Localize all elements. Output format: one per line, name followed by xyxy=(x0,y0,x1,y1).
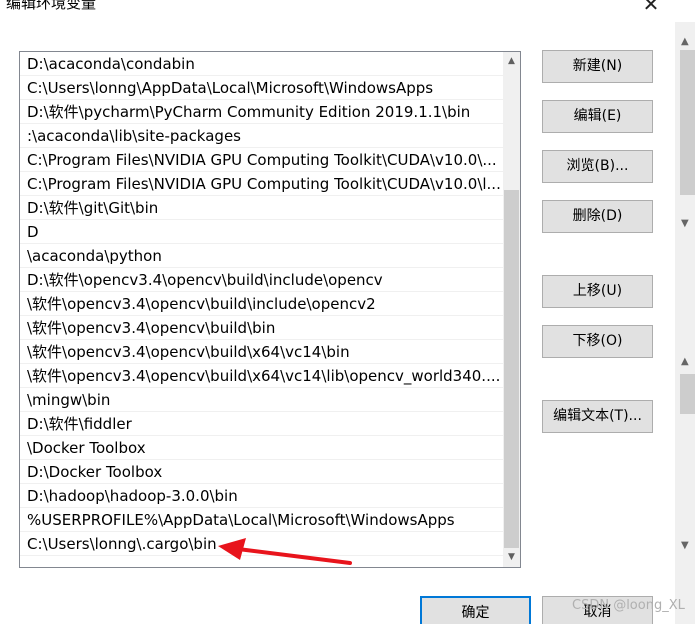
edit-env-var-dialog: 编辑环境变量 ✕ ▲ ▼ ▲ ▼ D:\acaconda\condabin C:\… xyxy=(0,0,695,624)
edit-button[interactable]: 编辑(E) xyxy=(542,100,653,133)
browse-button[interactable]: 浏览(B)... xyxy=(542,150,653,183)
path-list-item[interactable]: D:\软件\pycharm\PyCharm Community Edition … xyxy=(20,100,503,124)
scroll-up-icon[interactable]: ▲ xyxy=(506,56,517,67)
close-icon[interactable]: ✕ xyxy=(636,0,666,18)
path-list-item[interactable]: C:\Program Files\NVIDIA GPU Computing To… xyxy=(20,172,503,196)
path-list-item[interactable]: C:\Users\lonng\AppData\Local\Microsoft\W… xyxy=(20,76,503,100)
path-list-item[interactable]: \软件\opencv3.4\opencv\build\bin xyxy=(20,316,503,340)
path-list-items: D:\acaconda\condabin C:\Users\lonng\AppDa… xyxy=(20,52,503,556)
scroll-thumb[interactable] xyxy=(680,50,695,195)
dialog-title: 编辑环境变量 xyxy=(6,0,97,12)
path-list-item[interactable]: D:\软件\opencv3.4\opencv\build\include\ope… xyxy=(20,268,503,292)
title-bar: 编辑环境变量 ✕ xyxy=(0,0,695,22)
edit-text-button[interactable]: 编辑文本(T)... xyxy=(542,400,653,433)
path-list-item[interactable]: \软件\opencv3.4\opencv\build\x64\vc14\lib\… xyxy=(20,364,503,388)
scroll-up-icon[interactable]: ▲ xyxy=(681,36,689,47)
scroll-thumb[interactable] xyxy=(504,190,519,548)
path-list-scrollbar[interactable]: ▲ ▼ xyxy=(503,52,520,567)
move-down-button[interactable]: 下移(O) xyxy=(542,325,653,358)
scroll-thumb[interactable] xyxy=(680,374,695,414)
background-scrollbar-top[interactable]: ▲ ▼ xyxy=(677,32,695,232)
scroll-down-icon[interactable]: ▼ xyxy=(506,552,517,563)
path-list-item[interactable]: D:\软件\fiddler xyxy=(20,412,503,436)
path-list-item[interactable]: D:\hadoop\hadoop-3.0.0\bin xyxy=(20,484,503,508)
path-list-item[interactable]: D xyxy=(20,220,503,244)
path-list-item[interactable]: \acaconda\python xyxy=(20,244,503,268)
path-list-item[interactable]: :\acaconda\lib\site-packages xyxy=(20,124,503,148)
path-list-item[interactable]: D:\软件\git\Git\bin xyxy=(20,196,503,220)
delete-button[interactable]: 删除(D) xyxy=(542,200,653,233)
path-list-item[interactable]: C:\Program Files\NVIDIA GPU Computing To… xyxy=(20,148,503,172)
background-scrollbar-bottom[interactable]: ▲ ▼ xyxy=(677,352,695,557)
scroll-up-icon[interactable]: ▲ xyxy=(681,356,689,367)
new-button[interactable]: 新建(N) xyxy=(542,50,653,83)
path-list-item[interactable]: \mingw\bin xyxy=(20,388,503,412)
path-list-item[interactable]: \软件\opencv3.4\opencv\build\x64\vc14\bin xyxy=(20,340,503,364)
ok-button[interactable]: 确定 xyxy=(420,596,531,624)
path-list-item[interactable]: \软件\opencv3.4\opencv\build\include\openc… xyxy=(20,292,503,316)
move-up-button[interactable]: 上移(U) xyxy=(542,275,653,308)
scroll-down-icon[interactable]: ▼ xyxy=(681,218,689,229)
path-list-item[interactable]: \Docker Toolbox xyxy=(20,436,503,460)
path-list-item[interactable]: D:\Docker Toolbox xyxy=(20,460,503,484)
path-list-item[interactable]: C:\Users\lonng\.cargo\bin xyxy=(20,532,503,556)
scroll-down-icon[interactable]: ▼ xyxy=(681,540,689,551)
path-list[interactable]: D:\acaconda\condabin C:\Users\lonng\AppDa… xyxy=(19,51,521,568)
path-list-item[interactable]: %USERPROFILE%\AppData\Local\Microsoft\Wi… xyxy=(20,508,503,532)
watermark: CSDN @loong_XL xyxy=(572,598,685,613)
path-list-item[interactable]: D:\acaconda\condabin xyxy=(20,52,503,76)
